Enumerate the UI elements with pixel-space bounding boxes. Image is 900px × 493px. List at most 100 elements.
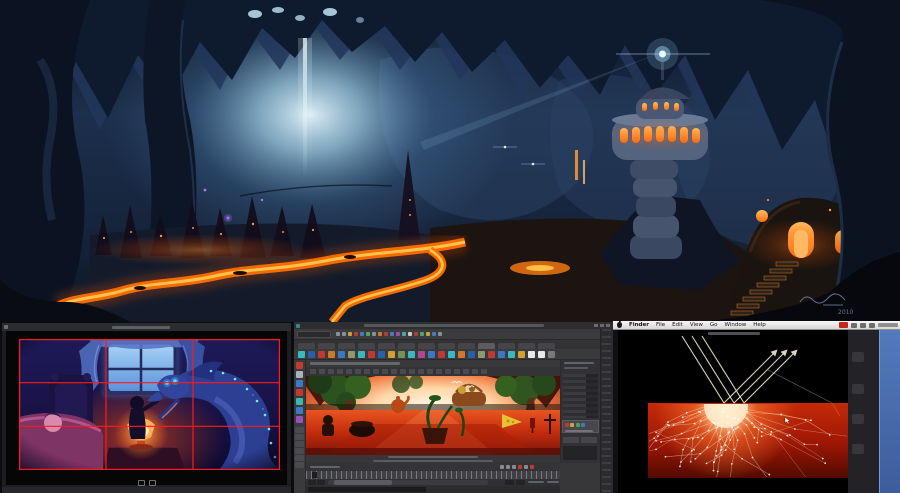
- tool-icon[interactable]: [348, 351, 355, 358]
- tool-icon[interactable]: [378, 332, 382, 336]
- pages-icon[interactable]: [148, 480, 156, 486]
- tool-icon[interactable]: [528, 351, 535, 358]
- tool-icon[interactable]: [328, 351, 335, 358]
- tool-icon[interactable]: [308, 351, 315, 358]
- tool-icon[interactable]: [506, 465, 510, 469]
- tool-icon[interactable]: [336, 332, 340, 336]
- tool-icon[interactable]: [418, 351, 425, 358]
- channel-box-list[interactable]: [563, 446, 597, 460]
- maya-toolbox[interactable]: [294, 360, 306, 493]
- viewer-titlebar[interactable]: [2, 323, 291, 331]
- tool-icon[interactable]: [296, 398, 303, 405]
- recording-badge-icon[interactable]: [839, 322, 848, 328]
- tool-icon[interactable]: [296, 371, 303, 378]
- cursor-icon[interactable]: [137, 480, 145, 486]
- slide-viewer-window[interactable]: [618, 330, 848, 493]
- maya-time-slider[interactable]: [306, 471, 560, 479]
- maya-menuset-dropdown[interactable]: [297, 331, 331, 338]
- current-time-indicator[interactable]: [312, 472, 317, 478]
- maya-status-icons[interactable]: [336, 332, 442, 336]
- tool-icon[interactable]: [354, 332, 358, 336]
- battery-icon[interactable]: [860, 322, 866, 328]
- tool-icon[interactable]: [396, 332, 400, 336]
- tool-icon[interactable]: [318, 351, 325, 358]
- maya-command-line[interactable]: [306, 486, 560, 493]
- maya-window[interactable]: [294, 322, 613, 493]
- tool-icon[interactable]: [408, 351, 415, 358]
- tool-icon[interactable]: [448, 351, 455, 358]
- maya-shelf[interactable]: [294, 349, 613, 360]
- tool-icon[interactable]: [408, 332, 412, 336]
- maya-panel-menubar[interactable]: [306, 360, 560, 367]
- tool-icon[interactable]: [438, 332, 442, 336]
- channel-box-button-1[interactable]: [563, 437, 579, 443]
- menu-item-help[interactable]: Help: [753, 321, 766, 330]
- tool-icon[interactable]: [384, 332, 388, 336]
- tool-icon[interactable]: [296, 407, 303, 414]
- tool-icon[interactable]: [575, 422, 580, 427]
- menu-item-view[interactable]: View: [690, 321, 703, 330]
- tool-icon[interactable]: [432, 332, 436, 336]
- maya-playback-options-row[interactable]: [306, 463, 560, 471]
- tool-icon[interactable]: [420, 332, 424, 336]
- maya-right-dock-strip[interactable]: [600, 329, 613, 493]
- tool-icon[interactable]: [508, 351, 515, 358]
- tool-icon[interactable]: [388, 351, 395, 358]
- tool-icon[interactable]: [378, 351, 385, 358]
- side-panel-icon-1[interactable]: [852, 352, 864, 362]
- maya-shelf-tabs[interactable]: [294, 340, 613, 349]
- mac-menubar[interactable]: Finder File Edit View Go Window Help: [613, 320, 900, 330]
- tool-icon[interactable]: [398, 351, 405, 358]
- maya-channel-box[interactable]: [560, 360, 600, 463]
- tool-icon[interactable]: [360, 332, 364, 336]
- display-icon[interactable]: [851, 322, 857, 328]
- channel-box-button-2[interactable]: [581, 437, 597, 443]
- tool-icon[interactable]: [518, 465, 522, 469]
- tool-icon[interactable]: [538, 351, 545, 358]
- layer-editor-mini-panel[interactable]: [562, 420, 599, 433]
- tool-icon[interactable]: [548, 351, 555, 358]
- tool-icon[interactable]: [366, 332, 370, 336]
- layer-color-dots[interactable]: [563, 421, 598, 428]
- tool-icon[interactable]: [426, 332, 430, 336]
- menu-item-window[interactable]: Window: [725, 321, 747, 330]
- tool-icon[interactable]: [530, 465, 534, 469]
- maya-window-buttons[interactable]: [594, 324, 610, 327]
- tool-icon[interactable]: [524, 465, 528, 469]
- tool-icon[interactable]: [500, 465, 504, 469]
- tool-icon[interactable]: [296, 416, 303, 423]
- viewer-toolbar[interactable]: [137, 480, 156, 486]
- tool-icon[interactable]: [488, 351, 495, 358]
- menubar-clock[interactable]: [878, 323, 898, 327]
- tool-icon[interactable]: [390, 332, 394, 336]
- wifi-icon[interactable]: [869, 322, 875, 328]
- maya-viewport-toolbar[interactable]: [306, 367, 560, 376]
- image-viewer-window[interactable]: [2, 323, 291, 493]
- tool-icon[interactable]: [348, 332, 352, 336]
- maya-status-line[interactable]: [294, 329, 613, 340]
- tool-icon[interactable]: [338, 351, 345, 358]
- tool-icon[interactable]: [296, 389, 303, 396]
- apple-menu-icon[interactable]: [617, 320, 622, 328]
- tool-icon[interactable]: [358, 351, 365, 358]
- tool-icon[interactable]: [438, 351, 445, 358]
- tool-icon[interactable]: [298, 351, 305, 358]
- side-panel-icon-2[interactable]: [852, 384, 864, 394]
- tool-icon[interactable]: [458, 351, 465, 358]
- menu-item-file[interactable]: File: [656, 321, 665, 330]
- tool-icon[interactable]: [468, 351, 475, 358]
- maya-tool-icons[interactable]: [294, 360, 305, 423]
- menu-item-finder[interactable]: Finder: [629, 321, 649, 330]
- tool-icon[interactable]: [368, 351, 375, 358]
- menubar-status-area[interactable]: [839, 322, 898, 328]
- menu-item-go[interactable]: Go: [710, 321, 718, 330]
- menu-item-edit[interactable]: Edit: [672, 321, 683, 330]
- tool-icon[interactable]: [581, 422, 585, 427]
- maya-layout-buttons[interactable]: [294, 427, 305, 468]
- tool-icon[interactable]: [342, 332, 346, 336]
- maya-viewport[interactable]: [306, 376, 560, 455]
- side-panel-icon-3[interactable]: [852, 414, 864, 424]
- tool-icon[interactable]: [518, 351, 525, 358]
- maya-range-slider[interactable]: [306, 479, 560, 486]
- tool-icon[interactable]: [296, 380, 303, 387]
